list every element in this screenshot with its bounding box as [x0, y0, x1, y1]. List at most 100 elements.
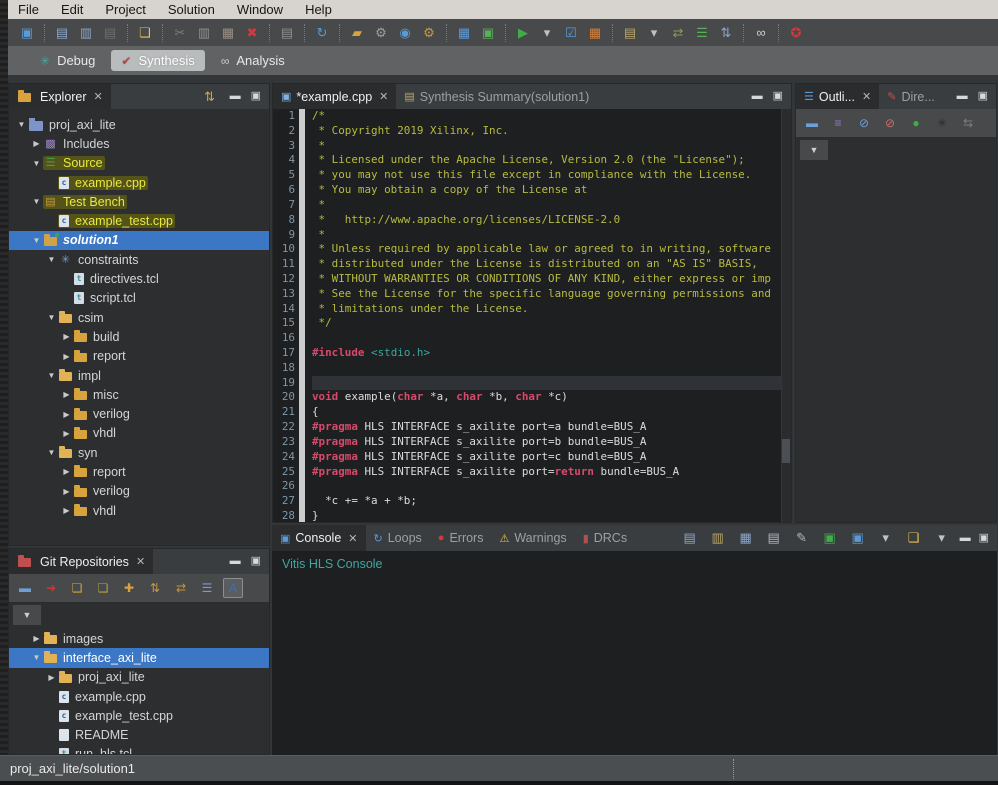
minimize-icon[interactable]: ▬	[230, 556, 241, 567]
tree-item-test-bench[interactable]: ▼▤Test Bench	[9, 192, 269, 211]
sort-icon[interactable]: ≡	[828, 113, 848, 133]
tab--example-cpp[interactable]: ▣*example.cpp✕	[273, 84, 396, 109]
maximize-icon[interactable]: ▣	[979, 533, 989, 544]
expand-arrow-icon[interactable]: ▶	[60, 352, 73, 361]
hide-static-members-icon[interactable]: ⊘	[880, 113, 900, 133]
new-console-dropdown-icon[interactable]: ▾	[932, 528, 952, 548]
collapse-arrow-icon[interactable]: ▼	[45, 313, 58, 322]
collapse-arrow-icon[interactable]: ▼	[45, 255, 58, 264]
tree-item-vhdl[interactable]: ▶vhdl	[9, 424, 269, 443]
collapse-arrow-icon[interactable]: ▼	[45, 371, 58, 380]
overview-ruler[interactable]	[781, 109, 791, 522]
save-as-icon[interactable]: ▤	[100, 23, 120, 43]
tab-explorer[interactable]: Explorer ✕	[9, 84, 111, 109]
code-editor[interactable]: 1/*2 * Copyright 2019 Xilinx, Inc.3 *4 *…	[273, 109, 791, 522]
collapse-arrow-icon[interactable]: ▼	[30, 653, 43, 662]
tree-item-syn[interactable]: ▼syn	[9, 443, 269, 462]
tab-dire-[interactable]: ✎Dire...	[879, 84, 943, 109]
close-icon[interactable]: ✕	[348, 532, 357, 545]
expand-arrow-icon[interactable]: ▶	[30, 634, 43, 643]
tree-item-csim[interactable]: ▼csim	[9, 308, 269, 327]
copy-icon[interactable]: ▥	[194, 23, 214, 43]
tab-outli-[interactable]: ☰Outli...✕	[796, 84, 879, 109]
perspective-analysis[interactable]: ∞Analysis	[211, 50, 295, 71]
expand-arrow-icon[interactable]: ▶	[60, 332, 73, 341]
analysis-glasses-icon[interactable]: ∞	[751, 23, 771, 43]
maximize-icon[interactable]: ▣	[251, 556, 261, 567]
run-csynth-icon[interactable]: ◉	[395, 23, 415, 43]
tab-loops[interactable]: ↻Loops	[366, 525, 430, 551]
console-body[interactable]: Vitis HLS Console	[272, 551, 997, 755]
collapse-arrow-icon[interactable]: ▼	[30, 159, 43, 168]
maximize-icon[interactable]: ▣	[978, 91, 988, 102]
tree-item-proj-axi-lite[interactable]: ▶proj_axi_lite	[9, 668, 269, 687]
tree-item-report[interactable]: ▶report	[9, 462, 269, 481]
menu-item-help[interactable]: Help	[305, 2, 332, 17]
cut-icon[interactable]: ✂	[170, 23, 190, 43]
collapse-all-icon[interactable]: ▬	[802, 113, 822, 133]
expand-arrow-icon[interactable]: ▶	[60, 467, 73, 476]
status-bar-divider[interactable]	[733, 759, 734, 779]
project-settings-icon[interactable]: ⚙	[371, 23, 391, 43]
new-file-icon[interactable]: ❏	[135, 23, 155, 43]
tree-item-constraints[interactable]: ▼✳constraints	[9, 250, 269, 269]
expand-arrow-icon[interactable]: ▶	[60, 506, 73, 515]
tree-item-verilog[interactable]: ▶verilog	[9, 404, 269, 423]
collapse-arrow-icon[interactable]: ▼	[15, 120, 28, 129]
open-report-doc-icon[interactable]: ▤	[620, 23, 640, 43]
delete-icon[interactable]: ✖	[242, 23, 262, 43]
show-console-output-icon[interactable]: ▤	[680, 528, 700, 548]
index-c-source-icon[interactable]: ▦	[454, 23, 474, 43]
link-with-editor-icon[interactable]: ⇆	[958, 113, 978, 133]
minimize-icon[interactable]: ▬	[230, 91, 241, 102]
close-icon[interactable]: ✕	[136, 555, 145, 568]
tree-item-example-test-cpp[interactable]: cexample_test.cpp	[9, 211, 269, 230]
git-view-menu-button[interactable]: ▼	[13, 605, 41, 625]
close-icon[interactable]: ✕	[94, 90, 103, 103]
tab-synthesis-summary-solution1-[interactable]: ▤Synthesis Summary(solution1)	[396, 84, 597, 109]
collapse-arrow-icon[interactable]: ▼	[45, 448, 58, 457]
tree-item-example-test-cpp[interactable]: cexample_test.cpp	[9, 706, 269, 725]
collapse-arrow-icon[interactable]: ▼	[30, 236, 43, 245]
tree-item-includes[interactable]: ▶▩Includes	[9, 134, 269, 153]
feedback-bubble-icon[interactable]: ✪	[786, 23, 806, 43]
collapse-all-icon[interactable]: ▬	[15, 578, 35, 598]
tab-drcs[interactable]: ▮DRCs	[575, 525, 635, 551]
tree-item-example-cpp[interactable]: cexample.cpp	[9, 687, 269, 706]
scroll-on-output-icon[interactable]: ▣	[820, 528, 840, 548]
tab-console[interactable]: ▣Console✕	[272, 525, 366, 551]
display-selected-console-icon[interactable]: ▣	[848, 528, 868, 548]
menu-item-project[interactable]: Project	[105, 2, 145, 17]
tree-item-impl[interactable]: ▼impl	[9, 366, 269, 385]
console-dropdown-icon[interactable]: ▾	[876, 528, 896, 548]
perspective-synthesis[interactable]: ✔Synthesis	[111, 50, 204, 71]
schedule-viewer-icon[interactable]: ⇅	[716, 23, 736, 43]
minimize-icon[interactable]: ▬	[960, 533, 971, 544]
new-session-icon[interactable]: ▣	[17, 23, 37, 43]
tree-item-proj-axi-lite[interactable]: ▼proj_axi_lite	[9, 115, 269, 134]
csim-dialog-icon[interactable]: ☑	[561, 23, 581, 43]
add-existing-icon[interactable]: ✚	[119, 578, 139, 598]
tree-item-report[interactable]: ▶report	[9, 347, 269, 366]
paste-icon[interactable]: ▦	[218, 23, 238, 43]
close-icon[interactable]: ✕	[379, 90, 388, 103]
run-c-simulation-icon[interactable]: ▶	[513, 23, 533, 43]
clear-console-icon[interactable]: ✎	[792, 528, 812, 548]
tree-item-images[interactable]: ▶images	[9, 629, 269, 648]
open-report-icon[interactable]: ▣	[478, 23, 498, 43]
tree-item-run-hls-tcl[interactable]: trun_hls.tcl	[9, 745, 269, 755]
table-grid-icon[interactable]: ▦	[585, 23, 605, 43]
collapse-arrow-icon[interactable]: ▼	[30, 197, 43, 206]
print-icon[interactable]: ▤	[277, 23, 297, 43]
tree-item-script-tcl[interactable]: tscript.tcl	[9, 289, 269, 308]
show-static-icon[interactable]: ✳	[932, 113, 952, 133]
compare-reports-icon[interactable]: ⇄	[668, 23, 688, 43]
outline-view-menu-button[interactable]: ▼	[800, 140, 828, 160]
tree-item-interface-axi-lite[interactable]: ▼interface_axi_lite	[9, 648, 269, 667]
menu-item-solution[interactable]: Solution	[168, 2, 215, 17]
tree-item-build[interactable]: ▶build	[9, 327, 269, 346]
package-solution-icon[interactable]: ⚙	[419, 23, 439, 43]
close-icon[interactable]: ✕	[862, 90, 871, 103]
menu-item-window[interactable]: Window	[237, 2, 283, 17]
tab-warnings[interactable]: ⚠Warnings	[491, 525, 574, 551]
